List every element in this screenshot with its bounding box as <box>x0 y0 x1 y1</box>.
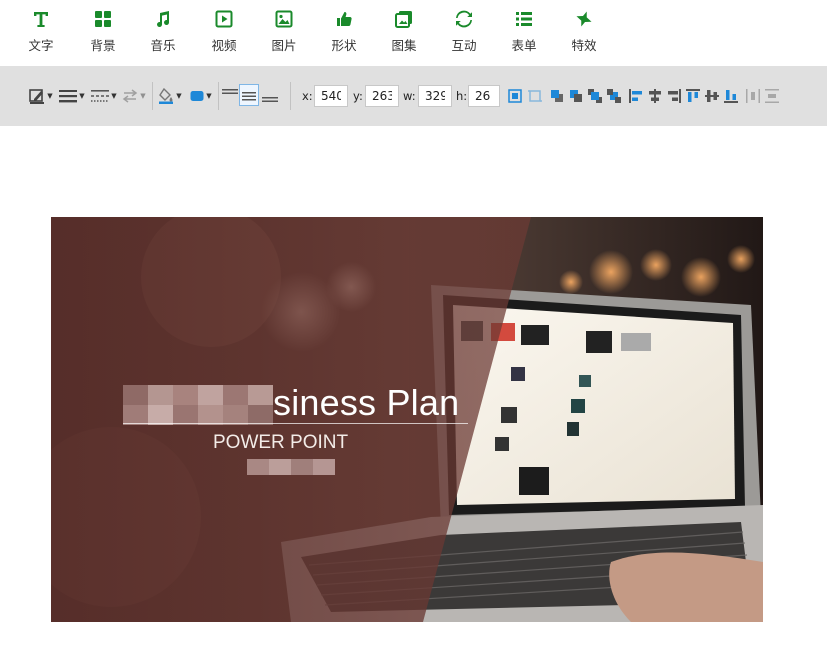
bring-forward-button[interactable] <box>548 87 565 105</box>
filled-rect-icon <box>190 91 204 101</box>
line-style-icon <box>91 90 110 102</box>
ribbon-image-label: 图片 <box>271 38 297 53</box>
send-to-back-icon <box>606 89 621 103</box>
fill-color-dropdown[interactable]: ▼ <box>156 87 184 105</box>
title-underline <box>123 423 468 424</box>
distribute-v-button[interactable] <box>763 87 780 105</box>
ribbon-text-button[interactable]: 文字 <box>16 8 66 54</box>
ribbon-form-button[interactable]: 表单 <box>499 8 549 54</box>
title-mosaic-blur <box>123 385 273 425</box>
y-label: y: <box>353 89 363 103</box>
x-input[interactable] <box>314 85 348 107</box>
align-center-h-icon <box>648 89 661 103</box>
align-center-h-button[interactable] <box>646 87 663 105</box>
slide-canvas[interactable]: siness Plan POWER POINT <box>51 217 763 622</box>
gallery-icon <box>393 8 415 30</box>
arrow-style-icon <box>123 89 138 103</box>
border-edit-icon <box>29 89 45 104</box>
align-bottom-button[interactable] <box>261 87 278 105</box>
border-edit-dropdown[interactable]: ▼ <box>28 87 54 105</box>
align-center-v-button[interactable] <box>703 87 720 105</box>
send-backward-icon <box>569 90 582 102</box>
shape-icon <box>333 8 355 30</box>
align-bottom-edge-button[interactable] <box>722 87 739 105</box>
slide-subtitle-text[interactable]: POWER POINT <box>213 432 348 454</box>
video-icon <box>213 8 235 30</box>
ribbon-background-label: 背景 <box>90 38 116 53</box>
arrow-style-dropdown[interactable]: ▼ <box>121 87 147 105</box>
ribbon-background-button[interactable]: 背景 <box>78 8 128 54</box>
align-top-icon <box>221 89 238 94</box>
align-middle-button[interactable] <box>239 84 259 106</box>
align-right-button[interactable] <box>665 87 682 105</box>
toolbar-separator <box>290 82 291 110</box>
distribute-v-icon <box>764 89 779 103</box>
ribbon-form-label: 表单 <box>511 38 537 53</box>
ribbon-effect-button[interactable]: 特效 <box>559 8 609 54</box>
main-ribbon: 文字 背景 音乐 视频 图片 形状 图集 互动 表单 特效 <box>0 0 837 66</box>
ribbon-shape-button[interactable]: 形状 <box>319 8 369 54</box>
h-input[interactable] <box>468 85 500 107</box>
line-weight-icon <box>59 90 78 103</box>
align-right-icon <box>667 89 681 103</box>
format-toolbar: ▼ ▼ ▼ ▼ ▼ ▼ x: y: w: h: <box>0 66 827 126</box>
ribbon-video-button[interactable]: 视频 <box>199 8 249 54</box>
align-middle-icon <box>242 92 256 101</box>
w-label: w: <box>403 89 416 103</box>
shape-fill-dropdown[interactable]: ▼ <box>188 87 214 105</box>
ribbon-effect-label: 特效 <box>571 38 597 53</box>
ribbon-interact-label: 互动 <box>451 38 477 53</box>
image-icon <box>273 8 295 30</box>
x-label: x: <box>302 89 313 103</box>
slide-title-text[interactable]: siness Plan <box>273 382 459 424</box>
w-input[interactable] <box>418 85 452 107</box>
text-icon <box>30 8 52 30</box>
align-left-icon <box>628 89 642 103</box>
align-top-edge-button[interactable] <box>684 87 701 105</box>
ribbon-gallery-label: 图集 <box>391 38 417 53</box>
send-to-back-button[interactable] <box>605 87 622 105</box>
toolbar-separator <box>218 82 219 110</box>
ribbon-music-button[interactable]: 音乐 <box>138 8 188 54</box>
distribute-h-button[interactable] <box>744 87 761 105</box>
list-icon <box>513 8 535 30</box>
y-input[interactable] <box>365 85 399 107</box>
music-icon <box>152 8 174 30</box>
align-left-button[interactable] <box>627 87 644 105</box>
ribbon-shape-label: 形状 <box>331 38 357 53</box>
fit-size-button[interactable] <box>506 87 523 105</box>
bring-to-front-icon <box>587 89 602 103</box>
paint-bucket-icon <box>159 88 174 104</box>
fit-size-icon <box>507 89 522 103</box>
subtitle-mosaic-blur <box>247 459 335 475</box>
toolbar-separator <box>152 82 153 110</box>
crop-button[interactable] <box>526 87 543 105</box>
refresh-icon <box>453 8 475 30</box>
h-label: h: <box>456 89 468 103</box>
line-weight-dropdown[interactable]: ▼ <box>58 87 86 105</box>
ribbon-video-label: 视频 <box>211 38 237 53</box>
effect-icon <box>573 8 595 30</box>
grid-icon <box>92 8 114 30</box>
align-bottom-edge-icon <box>723 90 738 103</box>
crop-icon <box>527 90 542 102</box>
ribbon-music-label: 音乐 <box>150 38 176 53</box>
align-top-button[interactable] <box>221 87 238 105</box>
align-top-edge-icon <box>685 89 700 102</box>
align-bottom-icon <box>261 97 278 102</box>
distribute-h-icon <box>745 89 760 103</box>
ribbon-gallery-button[interactable]: 图集 <box>379 8 429 54</box>
ribbon-image-button[interactable]: 图片 <box>259 8 309 54</box>
ribbon-text-label: 文字 <box>28 38 54 53</box>
align-center-v-icon <box>704 90 719 102</box>
ribbon-interact-button[interactable]: 互动 <box>439 8 489 54</box>
bring-to-front-button[interactable] <box>586 87 603 105</box>
send-backward-button[interactable] <box>567 87 584 105</box>
bring-forward-icon <box>550 90 563 102</box>
line-style-dropdown[interactable]: ▼ <box>90 87 118 105</box>
